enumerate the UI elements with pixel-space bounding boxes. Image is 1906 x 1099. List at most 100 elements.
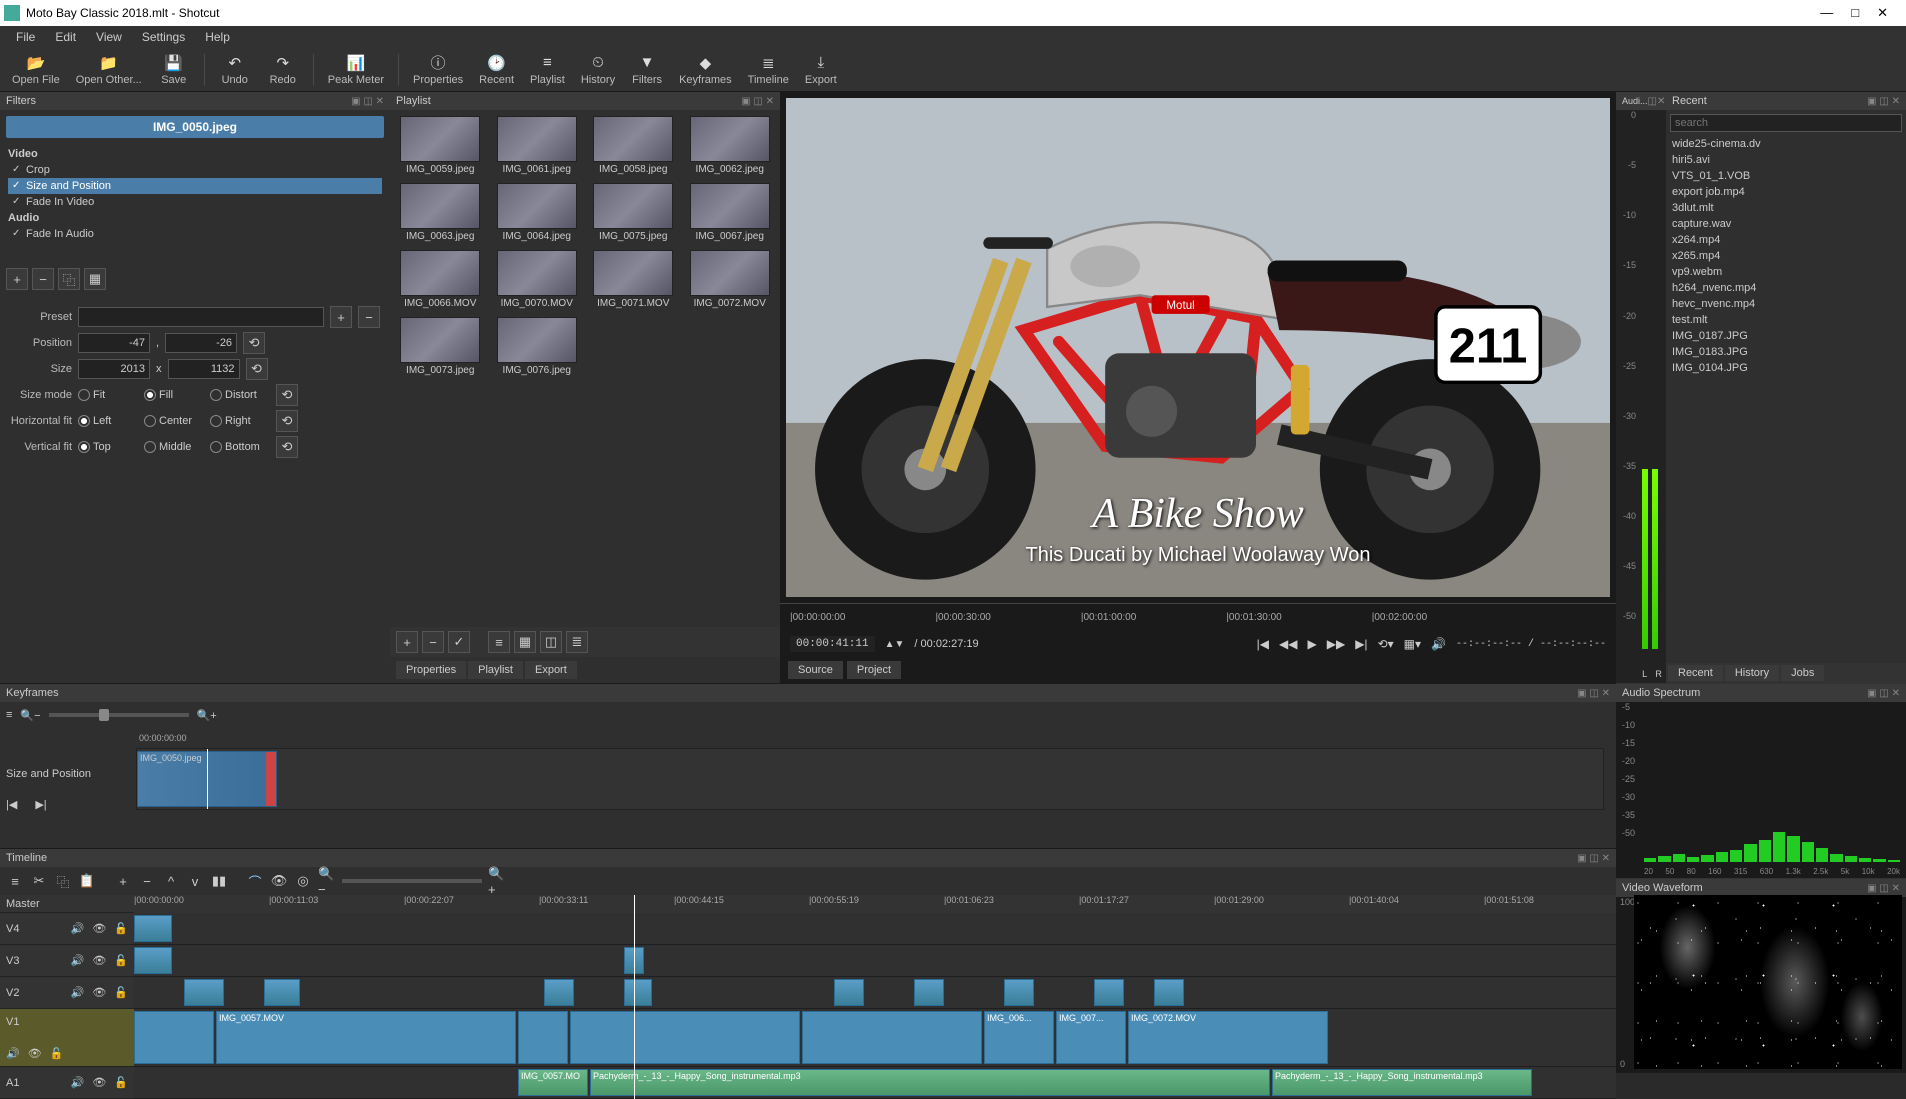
ripple-icon[interactable]: ◎ — [294, 872, 312, 890]
preset-dropdown[interactable] — [78, 307, 324, 327]
kf-next-button[interactable]: ▶| — [35, 798, 46, 811]
track-head-a1[interactable]: A1🔊 👁 🔓 — [0, 1067, 134, 1099]
size-h-input[interactable] — [168, 359, 240, 379]
zoom-out-icon[interactable]: 🔍− — [20, 709, 40, 722]
remove-icon[interactable]: − — [138, 872, 156, 890]
menu-help[interactable]: Help — [197, 28, 238, 46]
copy-icon[interactable]: ⿻ — [54, 872, 72, 890]
track-head-v3[interactable]: V3🔊 👁 🔓 — [0, 945, 134, 977]
playlist-add[interactable]: + — [396, 631, 418, 653]
vfit-reset[interactable]: ⟲ — [276, 436, 298, 458]
playlist-menu[interactable]: ≣ — [566, 631, 588, 653]
playlist-item[interactable]: IMG_0059.jpeg — [396, 116, 485, 175]
filter-item[interactable]: Crop — [8, 162, 382, 178]
toolbar-keyframes[interactable]: ◆Keyframes — [673, 52, 738, 88]
volume-button[interactable]: 🔊 — [1431, 637, 1446, 651]
clip[interactable] — [264, 979, 300, 1006]
fast-forward-button[interactable]: ▶▶ — [1327, 637, 1345, 651]
toolbar-undo[interactable]: ↶Undo — [213, 52, 257, 88]
timeline-playhead[interactable] — [634, 895, 635, 1099]
preview-tab[interactable]: Project — [847, 661, 901, 679]
track-v4[interactable] — [134, 913, 1616, 945]
filter-item[interactable]: Size and Position — [8, 178, 382, 194]
mute-icon[interactable]: 🔊 — [71, 922, 85, 935]
paste-filter-button[interactable]: ▦ — [84, 268, 106, 290]
audio-clip[interactable]: IMG_0057.MO — [518, 1069, 588, 1096]
position-x-input[interactable] — [78, 333, 150, 353]
recent-item[interactable]: IMG_0187.JPG — [1666, 328, 1906, 344]
radio-option[interactable]: Bottom — [210, 441, 270, 453]
kf-menu-icon[interactable]: ≡ — [6, 709, 12, 721]
tl-menu[interactable]: ≡ — [6, 872, 24, 890]
audio-clip[interactable]: Pachyderm_-_13_-_Happy_Song_instrumental… — [590, 1069, 1270, 1096]
toolbar-playlist[interactable]: ≡Playlist — [524, 52, 571, 88]
clip[interactable] — [834, 979, 864, 1006]
playlist-item[interactable]: IMG_0064.jpeg — [493, 183, 582, 242]
preset-remove[interactable]: − — [358, 306, 380, 328]
playlist-item[interactable]: IMG_0072.MOV — [686, 250, 775, 309]
lift-icon[interactable]: ^ — [162, 872, 180, 890]
eye-icon[interactable]: 👁 — [28, 1047, 42, 1060]
view-list[interactable]: ≡ — [488, 631, 510, 653]
panel-controls[interactable]: ▣ ◫ ✕ — [351, 96, 384, 107]
mute-icon[interactable]: 🔊 — [6, 1047, 20, 1060]
close-button[interactable]: ✕ — [1877, 5, 1888, 21]
snap-icon[interactable]: ⌒ — [246, 872, 264, 890]
playlist-check[interactable]: ✓ — [448, 631, 470, 653]
radio-option[interactable]: Distort — [210, 389, 270, 401]
playlist-remove[interactable]: − — [422, 631, 444, 653]
menu-settings[interactable]: Settings — [134, 28, 193, 46]
clip[interactable]: IMG_0072.MOV — [1128, 1011, 1328, 1064]
recent-item[interactable]: capture.wav — [1666, 216, 1906, 232]
lock-icon[interactable]: 🔓 — [114, 1076, 128, 1089]
scrub-icon[interactable]: 👁 — [270, 872, 288, 890]
menu-view[interactable]: View — [88, 28, 130, 46]
toolbar-recent[interactable]: 🕑Recent — [473, 52, 520, 88]
radio-option[interactable]: Center — [144, 415, 204, 427]
clip[interactable] — [914, 979, 944, 1006]
toolbar-redo[interactable]: ↷Redo — [261, 52, 305, 88]
preview-tab[interactable]: Source — [788, 661, 843, 679]
clip[interactable] — [134, 947, 172, 974]
recent-item[interactable]: x265.mp4 — [1666, 248, 1906, 264]
size-reset[interactable]: ⟲ — [246, 358, 268, 380]
tl-zoom-slider[interactable] — [342, 879, 482, 883]
toolbar-save[interactable]: 💾Save — [152, 52, 196, 88]
toolbar-peak-meter[interactable]: 📊Peak Meter — [322, 52, 390, 88]
preset-add[interactable]: + — [330, 306, 352, 328]
size-w-input[interactable] — [78, 359, 150, 379]
track-head-v1[interactable]: V1🔊 👁 🔓 — [0, 1009, 134, 1067]
split-icon[interactable]: ▮▮ — [210, 872, 228, 890]
radio-option[interactable]: Left — [78, 415, 138, 427]
overwrite-icon[interactable]: v — [186, 872, 204, 890]
cut-icon[interactable]: ✂ — [30, 872, 48, 890]
position-y-input[interactable] — [165, 333, 237, 353]
toolbar-properties[interactable]: ⓘProperties — [407, 52, 469, 88]
clip[interactable] — [570, 1011, 800, 1064]
track-v2[interactable] — [134, 977, 1616, 1009]
toolbar-filters[interactable]: ▼Filters — [625, 52, 669, 88]
zoom-out-tl[interactable]: 🔍− — [318, 872, 336, 890]
clip[interactable] — [624, 979, 652, 1006]
radio-option[interactable]: Fill — [144, 389, 204, 401]
playlist-item[interactable]: IMG_0071.MOV — [589, 250, 678, 309]
maximize-button[interactable]: □ — [1851, 5, 1859, 21]
recent-item[interactable]: IMG_0104.JPG — [1666, 360, 1906, 376]
radio-option[interactable]: Middle — [144, 441, 204, 453]
playlist-item[interactable]: IMG_0066.MOV — [396, 250, 485, 309]
eye-icon[interactable]: 👁 — [92, 986, 106, 999]
clip[interactable]: IMG_0057.MOV — [216, 1011, 516, 1064]
clip[interactable] — [544, 979, 574, 1006]
clip[interactable] — [184, 979, 224, 1006]
recent-tab[interactable]: Recent — [1668, 665, 1723, 681]
zoom-slider[interactable] — [99, 709, 109, 721]
radio-option[interactable]: Fit — [78, 389, 138, 401]
recent-item[interactable]: vp9.webm — [1666, 264, 1906, 280]
toolbar-open-file[interactable]: 📂Open File — [6, 52, 66, 88]
recent-item[interactable]: wide25-cinema.dv — [1666, 136, 1906, 152]
skip-prev-button[interactable]: |◀ — [1257, 637, 1269, 651]
radio-option[interactable]: Right — [210, 415, 270, 427]
append-icon[interactable]: + — [114, 872, 132, 890]
lock-icon[interactable]: 🔓 — [50, 1047, 64, 1060]
recent-tab[interactable]: Jobs — [1781, 665, 1824, 681]
